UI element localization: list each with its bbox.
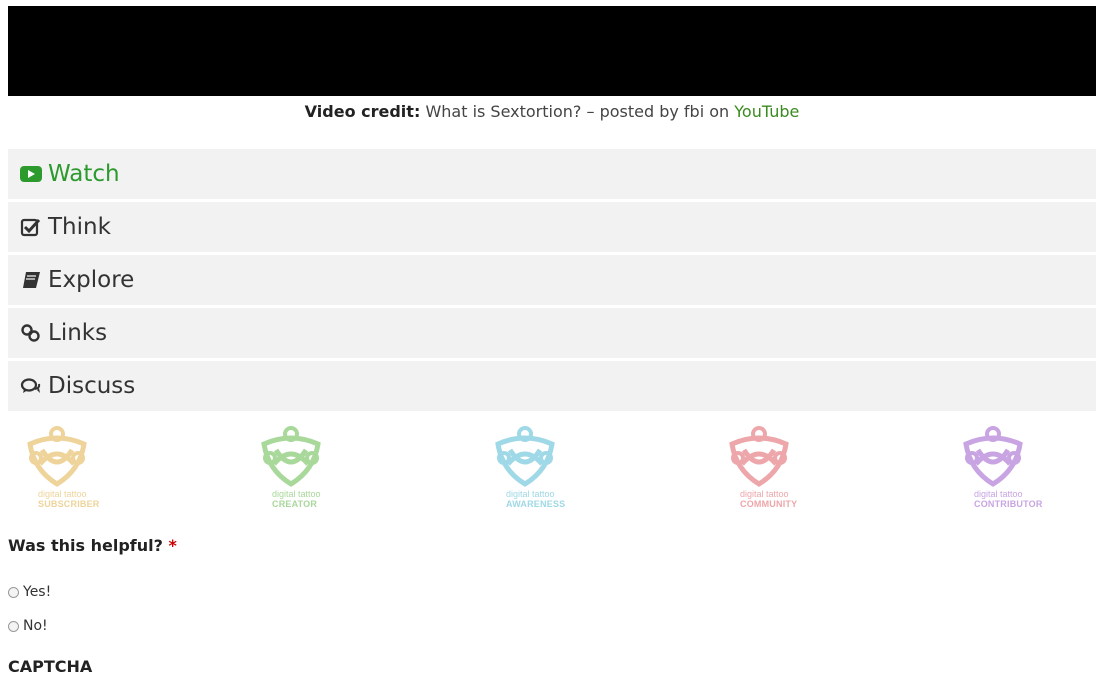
badge-line1: digital tattoo [38, 489, 87, 499]
badge-line1: digital tattoo [740, 489, 789, 499]
video-credit-text: What is Sextortion? – posted by fbi on [425, 102, 730, 121]
link-icon [18, 320, 44, 346]
video-credit: Video credit: What is Sextortion? – post… [8, 101, 1096, 123]
comments-icon [18, 373, 44, 399]
option-label: Yes! [23, 584, 52, 600]
option-no[interactable]: No! [8, 618, 48, 634]
required-mark: * [168, 536, 177, 555]
question-label: Was this helpful? [8, 536, 163, 555]
celtic-knot-icon [27, 426, 87, 487]
celtic-knot-icon [261, 426, 321, 487]
badge-awareness: digital tattoo AWARENESS [490, 424, 580, 514]
badges-row: digital tattoo SUBSCRIBER digital tattoo CR… [8, 424, 1096, 516]
book-icon [18, 267, 44, 293]
tab-label: Think [48, 214, 111, 240]
radio-no[interactable] [8, 620, 19, 632]
badge-creator: digital tattoo CREATOR [256, 424, 346, 514]
content-tabs: Watch Think Explore Links Discuss [8, 149, 1096, 414]
celtic-knot-icon [963, 426, 1023, 487]
tab-discuss[interactable]: Discuss [8, 361, 1096, 411]
tab-explore[interactable]: Explore [8, 255, 1096, 305]
radio-yes[interactable] [8, 586, 19, 598]
badge-contributor: digital tattoo CONTRIBUTOR [958, 424, 1048, 514]
option-yes[interactable]: Yes! [8, 584, 51, 600]
tab-label: Explore [48, 267, 135, 293]
badge-line2: SUBSCRIBER [38, 499, 100, 509]
tab-label: Links [48, 320, 108, 346]
tab-label: Watch [48, 161, 120, 187]
tab-think[interactable]: Think [8, 202, 1096, 252]
celtic-knot-icon [495, 426, 555, 487]
option-label: No! [23, 618, 48, 634]
video-credit-label: Video credit: [304, 102, 421, 121]
tab-label: Discuss [48, 373, 136, 399]
play-icon [18, 161, 44, 187]
tab-links[interactable]: Links [8, 308, 1096, 358]
badge-line1: digital tattoo [272, 489, 321, 499]
badge-community: digital tattoo COMMUNITY [724, 424, 814, 514]
badge-subscriber: digital tattoo SUBSCRIBER [22, 424, 112, 514]
checkbox-icon [18, 214, 44, 240]
badge-line1: digital tattoo [974, 489, 1023, 499]
video-player[interactable] [8, 6, 1096, 96]
badge-line2: CONTRIBUTOR [974, 499, 1043, 509]
youtube-link[interactable]: YouTube [734, 102, 799, 121]
captcha-label: CAPTCHA [8, 657, 93, 676]
tab-watch[interactable]: Watch [8, 149, 1096, 199]
badge-line2: AWARENESS [506, 499, 566, 509]
badge-line1: digital tattoo [506, 489, 555, 499]
badge-line2: COMMUNITY [740, 499, 798, 509]
badge-line2: CREATOR [272, 499, 318, 509]
celtic-knot-icon [729, 426, 789, 487]
helpful-question: Was this helpful? * [8, 536, 177, 555]
